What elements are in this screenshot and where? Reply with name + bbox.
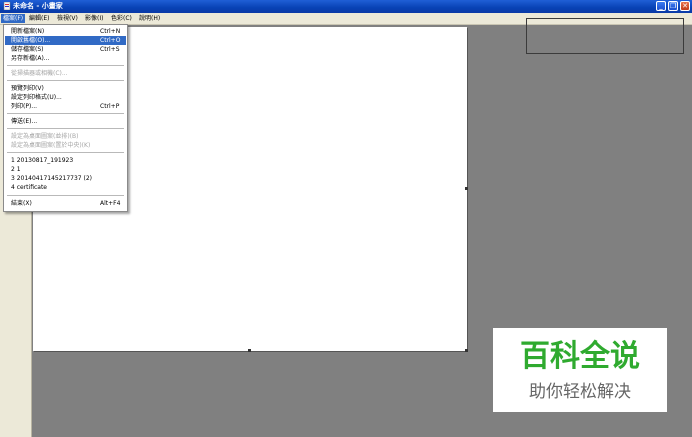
menu-item-recent-1[interactable]: 1 20130817_191923 bbox=[5, 156, 126, 165]
menu-item-wallpaper-tile: 設定為桌面圖案(並排)(B) bbox=[5, 132, 126, 141]
minimize-button[interactable]: _ bbox=[656, 1, 666, 11]
status-frame bbox=[526, 18, 684, 54]
menu-item-label: 2 1 bbox=[11, 166, 21, 173]
menu-item-exit[interactable]: 結束(X) Alt+F4 bbox=[5, 199, 126, 208]
resize-handle-right[interactable] bbox=[465, 187, 468, 190]
menu-edit[interactable]: 編輯(E) bbox=[27, 14, 51, 23]
title-bar[interactable]: 未命名 - 小畫家 _ ❐ ✕ bbox=[0, 0, 692, 13]
menu-item-new[interactable]: 開新檔案(N) Ctrl+N bbox=[5, 27, 126, 36]
menu-item-shortcut: Ctrl+O bbox=[100, 37, 121, 44]
menu-item-page-setup[interactable]: 設定列印格式(U)... bbox=[5, 93, 126, 102]
menu-item-save-as[interactable]: 另存新檔(A)... bbox=[5, 54, 126, 63]
menu-item-label: 1 20130817_191923 bbox=[11, 157, 74, 164]
menu-item-open[interactable]: 開啟舊檔(O)... Ctrl+O bbox=[5, 36, 126, 45]
resize-handle-corner[interactable] bbox=[465, 349, 468, 352]
menu-item-label: 開啟舊檔(O)... bbox=[11, 37, 51, 44]
menu-item-label: 4 certificate bbox=[11, 184, 47, 191]
menu-item-send[interactable]: 傳送(E)... bbox=[5, 117, 126, 126]
menu-item-print-preview[interactable]: 預覽列印(V) bbox=[5, 84, 126, 93]
paint-app-icon bbox=[3, 2, 11, 10]
menu-item-label: 結束(X) bbox=[11, 200, 32, 207]
menu-item-recent-3[interactable]: 3 20140417145217737 (2) bbox=[5, 174, 126, 183]
menu-separator bbox=[7, 80, 124, 81]
menu-item-from-scanner: 從掃描器或相機(C)... bbox=[5, 69, 126, 78]
menu-item-label: 開新檔案(N) bbox=[11, 28, 45, 35]
menu-separator bbox=[7, 65, 124, 66]
menu-item-label: 儲存檔案(S) bbox=[11, 46, 44, 53]
menu-item-shortcut: Ctrl+P bbox=[100, 103, 120, 110]
maximize-button[interactable]: ❐ bbox=[668, 1, 678, 11]
menu-item-wallpaper-center: 設定為桌面圖案(置於中央)(K) bbox=[5, 141, 126, 150]
menu-item-label: 3 20140417145217737 (2) bbox=[11, 175, 93, 182]
watermark-title: 百科全说 bbox=[520, 339, 640, 374]
menu-file[interactable]: 檔案(F) bbox=[1, 14, 26, 23]
menu-item-label: 設定為桌面圖案(置於中央)(K) bbox=[11, 142, 91, 149]
menu-separator bbox=[7, 152, 124, 153]
menu-image[interactable]: 影像(I) bbox=[83, 14, 105, 23]
menu-item-shortcut: Alt+F4 bbox=[100, 200, 121, 207]
close-button[interactable]: ✕ bbox=[680, 1, 690, 11]
menu-view[interactable]: 檢視(V) bbox=[55, 14, 80, 23]
menu-item-recent-2[interactable]: 2 1 bbox=[5, 165, 126, 174]
menu-item-label: 設定為桌面圖案(並排)(B) bbox=[11, 133, 79, 140]
menu-colors[interactable]: 色彩(C) bbox=[109, 14, 134, 23]
menu-item-label: 列印(P)... bbox=[11, 103, 38, 110]
menu-item-label: 另存新檔(A)... bbox=[11, 55, 50, 62]
menu-item-save[interactable]: 儲存檔案(S) Ctrl+S bbox=[5, 45, 126, 54]
watermark-logo: 百科全说 助你轻松解决 bbox=[493, 328, 667, 412]
watermark-subtitle: 助你轻松解决 bbox=[529, 382, 631, 402]
file-menu-dropdown: 開新檔案(N) Ctrl+N 開啟舊檔(O)... Ctrl+O 儲存檔案(S)… bbox=[3, 24, 128, 212]
menu-item-label: 設定列印格式(U)... bbox=[11, 94, 62, 101]
menu-separator bbox=[7, 195, 124, 196]
menu-separator bbox=[7, 113, 124, 114]
menu-item-recent-4[interactable]: 4 certificate bbox=[5, 183, 126, 192]
menu-item-print[interactable]: 列印(P)... Ctrl+P bbox=[5, 102, 126, 111]
menu-separator bbox=[7, 128, 124, 129]
window-title: 未命名 - 小畫家 bbox=[13, 2, 63, 10]
menu-item-label: 從掃描器或相機(C)... bbox=[11, 70, 68, 77]
menu-help[interactable]: 說明(H) bbox=[137, 14, 162, 23]
menu-item-label: 傳送(E)... bbox=[11, 118, 38, 125]
menu-item-label: 預覽列印(V) bbox=[11, 85, 44, 92]
menu-item-shortcut: Ctrl+N bbox=[100, 28, 121, 35]
menu-item-shortcut: Ctrl+S bbox=[100, 46, 120, 53]
resize-handle-bottom[interactable] bbox=[248, 349, 251, 352]
